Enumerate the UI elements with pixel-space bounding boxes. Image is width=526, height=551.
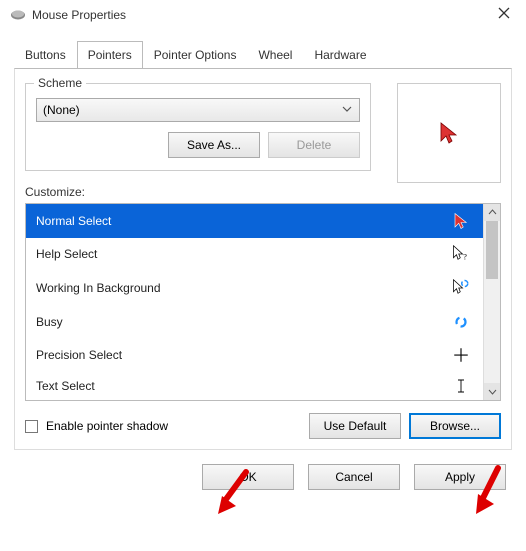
cursor-red-icon — [437, 121, 461, 145]
delete-button: Delete — [268, 132, 360, 158]
tab-wheel[interactable]: Wheel — [247, 41, 303, 69]
cancel-button[interactable]: Cancel — [308, 464, 400, 490]
cursor-red-icon — [449, 212, 473, 230]
scheme-legend: Scheme — [34, 76, 86, 90]
svg-text:?: ? — [463, 253, 467, 262]
list-item[interactable]: Busy — [26, 305, 483, 339]
tab-panel-pointers: Scheme (None) Save As... Delete Customiz… — [14, 68, 512, 450]
scheme-selected-value: (None) — [43, 103, 80, 117]
cursor-preview — [397, 83, 501, 183]
scroll-thumb[interactable] — [486, 221, 498, 279]
dialog-buttons: OK Cancel Apply — [0, 450, 526, 504]
annotation-arrow-icon — [468, 464, 508, 516]
scheme-group: Scheme (None) Save As... Delete — [25, 83, 371, 171]
titlebar: Mouse Properties — [0, 0, 526, 30]
list-item[interactable]: Normal Select — [26, 204, 483, 238]
tabs: Buttons Pointers Pointer Options Wheel H… — [0, 40, 526, 68]
busy-circle-icon — [449, 313, 473, 331]
list-item[interactable]: Text Select — [26, 372, 483, 400]
annotation-arrow-icon — [212, 468, 252, 516]
mouse-icon — [10, 9, 26, 21]
chevron-down-icon — [341, 103, 353, 118]
customize-label: Customize: — [25, 185, 501, 199]
cursor-help-icon: ? — [449, 245, 473, 263]
scroll-down-icon[interactable] — [484, 383, 500, 400]
save-as-button[interactable]: Save As... — [168, 132, 260, 158]
tab-pointers[interactable]: Pointers — [77, 41, 143, 69]
list-item[interactable]: Precision Select — [26, 339, 483, 373]
list-item[interactable]: Help Select ? — [26, 238, 483, 272]
crosshair-icon — [449, 346, 473, 364]
shadow-checkbox[interactable] — [25, 420, 38, 433]
cursor-busybg-icon — [449, 279, 473, 297]
close-button[interactable] — [492, 6, 516, 24]
shadow-label: Enable pointer shadow — [46, 419, 301, 433]
ibeam-icon — [449, 377, 473, 395]
tab-buttons[interactable]: Buttons — [14, 41, 77, 69]
cursor-list: Normal Select Help Select ? Working In B… — [25, 203, 501, 401]
browse-button[interactable]: Browse... — [409, 413, 501, 439]
list-item[interactable]: Working In Background — [26, 271, 483, 305]
scroll-up-icon[interactable] — [484, 204, 500, 221]
scheme-select[interactable]: (None) — [36, 98, 360, 122]
scrollbar[interactable] — [483, 204, 500, 400]
window-title: Mouse Properties — [32, 8, 492, 22]
tab-hardware[interactable]: Hardware — [303, 41, 377, 69]
tab-pointer-options[interactable]: Pointer Options — [143, 41, 248, 69]
use-default-button[interactable]: Use Default — [309, 413, 401, 439]
